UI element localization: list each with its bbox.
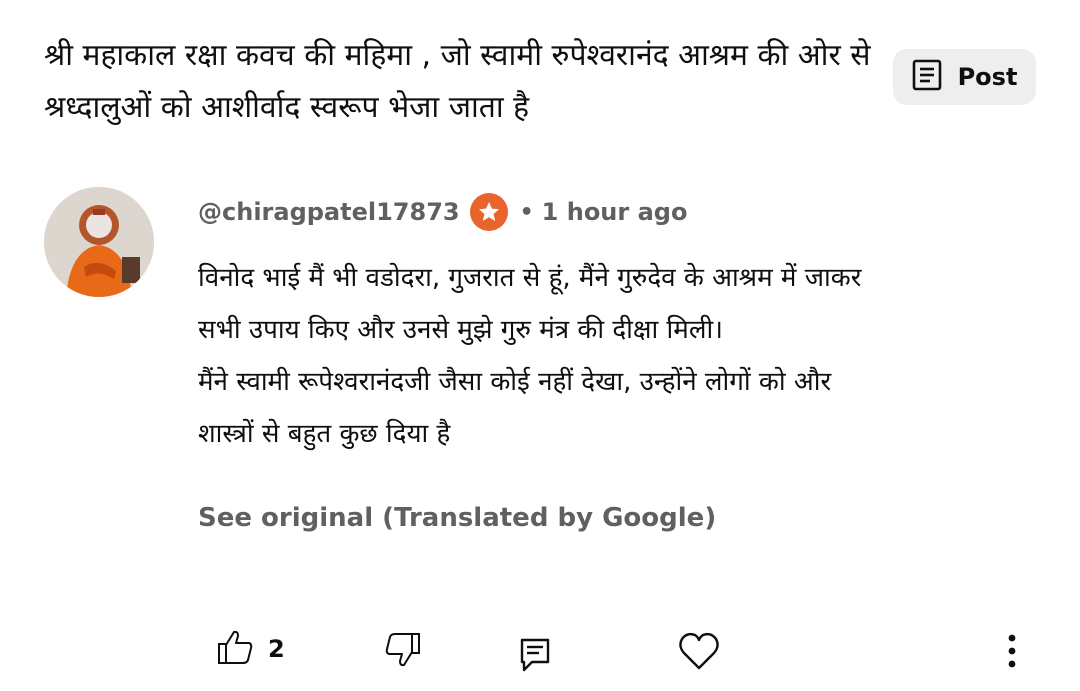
reply-button[interactable]	[520, 638, 550, 676]
video-title: श्री महाकाल रक्षा कवच की महिमा , जो स्वा…	[44, 38, 871, 125]
comment-line: सभी उपाय किए और उनसे मुझे गुरु मंत्र की …	[198, 315, 724, 345]
video-header: श्री महाकाल रक्षा कवच की महिमा , जो स्वा…	[44, 30, 884, 134]
comment-meta: @chiragpatel17873 • 1 hour ago	[198, 190, 1048, 234]
like-count: 2	[268, 635, 285, 663]
comment-line: शास्त्रों से बहुत कुछ दिया है	[198, 419, 451, 449]
more-options-button[interactable]	[1004, 634, 1020, 674]
comment-text: विनोद भाई मैं भी वडोदरा, गुजरात से हूं, …	[198, 252, 1048, 460]
post-list-icon	[912, 59, 942, 95]
comment-line: विनोद भाई मैं भी वडोदरा, गुजरात से हूं, …	[198, 263, 862, 293]
comment-line: मैंने स्वामी रूपेश्वरानंदजी जैसा कोई नही…	[198, 367, 832, 397]
heart-button[interactable]	[678, 631, 720, 675]
avatar[interactable]	[44, 187, 154, 297]
post-button[interactable]: Post	[893, 49, 1036, 105]
reply-comment-icon	[520, 638, 550, 676]
post-button-label: Post	[957, 63, 1018, 91]
comment-time: 1 hour ago	[541, 198, 688, 226]
more-vert-icon	[1004, 634, 1020, 674]
comment-author[interactable]: @chiragpatel17873	[198, 198, 460, 226]
heart-icon	[678, 631, 720, 675]
see-original-link[interactable]: See original (Translated by Google)	[198, 503, 716, 533]
comment-actions: 2	[0, 620, 1080, 680]
star-badge-icon	[469, 193, 508, 231]
comment: @chiragpatel17873 • 1 hour ago विनोद भाई…	[198, 190, 1048, 460]
dislike-button[interactable]	[384, 632, 422, 672]
like-button[interactable]: 2	[216, 629, 285, 669]
thumbs-up-icon	[216, 629, 254, 669]
thumbs-down-icon	[384, 632, 422, 672]
meta-separator: •	[519, 199, 534, 225]
